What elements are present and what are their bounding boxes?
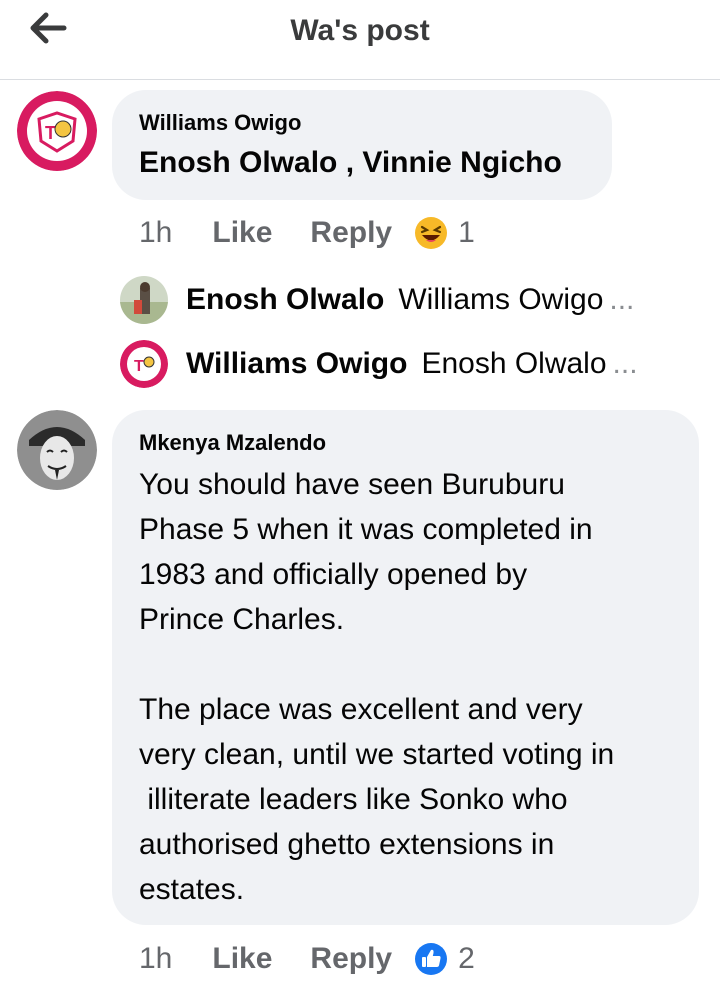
comment-text: Enosh Olwalo , Vinnie Ngicho: [139, 146, 562, 179]
reply-text: Enosh Olwalo: [421, 347, 607, 380]
avatar[interactable]: [120, 276, 168, 324]
comment-text: You should have seen Buruburu Phase 5 wh…: [139, 468, 615, 906]
reply-row[interactable]: Enosh Olwalo Williams Owigo ...: [120, 274, 634, 326]
reaction-summary[interactable]: 2: [414, 942, 475, 976]
comment-bubble[interactable]: Williams Owigo Enosh Olwalo , Vinnie Ngi…: [112, 90, 612, 200]
top-bar: Wa's post: [0, 0, 720, 80]
comment-actions: 1h Like Reply 1: [139, 216, 475, 250]
reply-text: Williams Owigo: [398, 283, 604, 316]
reaction-count: 2: [458, 942, 475, 975]
reaction-summary[interactable]: 1: [414, 216, 475, 250]
reply-author[interactable]: Enosh Olwalo: [186, 283, 384, 317]
page-title: Wa's post: [290, 14, 430, 47]
comment-bubble[interactable]: Mkenya Mzalendo You should have seen Bur…: [112, 410, 699, 925]
reply-ellipsis: ...: [609, 283, 635, 316]
avatar[interactable]: T: [17, 91, 97, 171]
like-button[interactable]: Like: [212, 942, 272, 976]
avatar[interactable]: [17, 410, 97, 490]
reply-button[interactable]: Reply: [310, 216, 392, 250]
svg-text:T: T: [134, 358, 144, 375]
comment-author[interactable]: Williams Owigo: [139, 110, 301, 136]
like-button[interactable]: Like: [212, 216, 272, 250]
comment-author[interactable]: Mkenya Mzalendo: [139, 430, 326, 456]
reply-button[interactable]: Reply: [310, 942, 392, 976]
reply-author[interactable]: Williams Owigo: [186, 347, 407, 381]
reply-ellipsis: ...: [612, 347, 638, 380]
laughing-emoji-icon: [415, 217, 448, 249]
comment-time[interactable]: 1h: [139, 942, 172, 976]
profile-photo-icon: [120, 276, 168, 324]
comment-actions: 1h Like Reply 2: [139, 942, 475, 976]
svg-text:T: T: [45, 123, 56, 143]
reply-row[interactable]: T Williams Owigo Enosh Olwalo ...: [120, 338, 638, 390]
avatar[interactable]: T: [120, 340, 168, 388]
club-logo-icon: T: [120, 340, 168, 388]
masked-face-icon: [17, 410, 97, 490]
reaction-count: 1: [458, 216, 475, 249]
thumbs-up-icon: [415, 943, 448, 975]
club-logo-icon: T: [17, 91, 97, 171]
comment-time[interactable]: 1h: [139, 216, 172, 250]
